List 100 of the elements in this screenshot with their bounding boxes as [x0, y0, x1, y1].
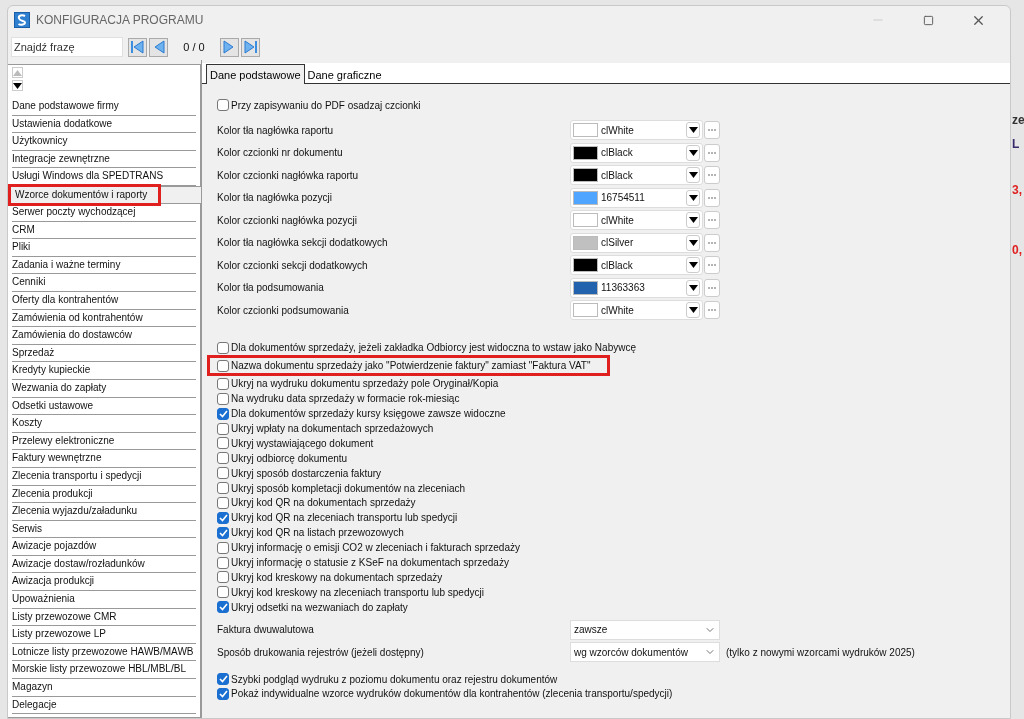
checkbox[interactable] [217, 392, 229, 405]
sidebar-item[interactable]: Wezwania do zapłaty [12, 379, 196, 398]
sidebar-item[interactable]: Listy przewozowe LP [12, 626, 196, 644]
search-field[interactable]: Znajdź frazę [11, 37, 123, 57]
checkbox[interactable] [217, 601, 229, 614]
checkbox[interactable] [217, 377, 229, 390]
dropdown-button[interactable] [686, 234, 700, 251]
checkbox[interactable] [217, 586, 229, 599]
checkbox-label: Ukryj na wydruku dokumentu sprzedaży pole Oryginał/Kopia [231, 378, 499, 390]
dropdown-button[interactable] [686, 212, 700, 229]
sidebar-item[interactable]: Ustawienia dodatkowe [12, 115, 196, 134]
checkbox[interactable] [217, 526, 229, 539]
previous-button[interactable] [149, 37, 168, 57]
sidebar-item[interactable]: Serwis [12, 520, 196, 539]
color-picker[interactable]: clBlack [570, 165, 703, 186]
sidebar-item[interactable]: Zadania i ważne terminy [12, 256, 196, 275]
sidebar-item[interactable]: Wzorce dokumentów i raporty [8, 184, 161, 206]
sidebar-item[interactable]: CRM [12, 221, 196, 240]
sidebar-item[interactable]: Awizacje pojazdów [12, 538, 196, 556]
color-picker[interactable]: 11363363 [570, 277, 703, 298]
dropdown-button[interactable] [686, 302, 700, 319]
checkbox[interactable] [217, 341, 229, 354]
dropdown-button[interactable] [686, 189, 700, 206]
next-button[interactable] [220, 37, 239, 57]
sidebar-item[interactable]: Kredyty kupieckie [12, 362, 196, 380]
sidebar-item[interactable]: Zlecenia wyjazdu/załadunku [12, 503, 196, 521]
sidebar-item[interactable]: Zlecenia transportu i spedycji [12, 467, 196, 486]
sidebar-item[interactable]: Sprzedaż [12, 344, 196, 363]
checkbox[interactable] [217, 687, 229, 700]
checkbox[interactable] [217, 673, 229, 686]
dropdown-button[interactable] [686, 257, 700, 274]
skip-back-icon [130, 40, 145, 54]
checkbox[interactable] [217, 496, 229, 509]
checkbox-label: Ukryj kod QR na dokumentach sprzedaży [231, 497, 416, 509]
ellipsis-icon [708, 129, 716, 132]
checkbox[interactable] [217, 467, 229, 480]
down-arrow-icon [688, 217, 698, 224]
dropdown-button[interactable] [686, 144, 700, 161]
sidebar-item[interactable]: Koszty [12, 415, 196, 433]
checkbox[interactable] [217, 511, 229, 524]
sidebar-item[interactable]: Użytkownicy [12, 133, 196, 151]
color-picker[interactable]: clWhite [570, 300, 703, 321]
checkbox[interactable] [217, 556, 229, 569]
color-picker[interactable]: clBlack [570, 142, 703, 163]
sidebar-item[interactable]: Awizacja produkcji [12, 573, 196, 592]
sidebar-item[interactable]: Delegacje [12, 696, 196, 715]
sidebar-item[interactable]: Zamówienia od kontrahentów [12, 309, 196, 328]
down-arrow-icon [688, 172, 698, 179]
checkbox[interactable] [217, 422, 229, 435]
checkbox[interactable] [217, 452, 229, 465]
color-picker[interactable]: clSilver [570, 232, 703, 253]
color-picker[interactable]: 16754511 [570, 187, 703, 208]
dropdown[interactable]: wg wzorców dokumentów [570, 642, 720, 663]
last-button[interactable] [241, 37, 260, 57]
sidebar-item[interactable]: Pliki [12, 239, 196, 257]
checkbox[interactable] [217, 571, 229, 584]
dropdown-button[interactable] [686, 167, 700, 184]
sidebar-item[interactable]: Faktury wewnętrzne [12, 450, 196, 468]
dropdown-button[interactable] [686, 279, 700, 296]
note-text: (tylko z nowymi wzorcami wydruków 2025) [726, 646, 915, 658]
checkbox-label: Szybki podgląd wydruku z poziomu dokumentu oraz rejestru dokumentów [231, 673, 558, 685]
color-picker[interactable]: clWhite [570, 210, 703, 231]
checkbox-label: Ukryj sposób kompletacji dokumentów na zleceniach [231, 482, 465, 494]
sidebar-item[interactable]: Integracje zewnętrzne [12, 150, 196, 169]
setting-label: Kolor tła nagłówka pozycji [217, 192, 334, 204]
sidebar-item[interactable]: Oferty dla kontrahentów [12, 291, 196, 310]
sidebar-item[interactable]: Magazyn [12, 679, 196, 697]
checkbox[interactable] [217, 99, 229, 111]
sidebar-item[interactable]: Serwer poczty wychodzącej [12, 204, 196, 222]
ellipsis-icon [708, 196, 716, 199]
checkbox[interactable] [217, 541, 229, 554]
checkbox-label: Ukryj kod QR na zleceniach transportu lub spedycji [231, 512, 458, 524]
sidebar-item[interactable]: Dane podstawowe firmy [12, 98, 196, 116]
sidebar-item[interactable]: Lotnicze listy przewozowe HAWB/MAWB [12, 643, 196, 662]
checkbox[interactable] [217, 482, 229, 495]
skip-forward-icon [243, 40, 258, 54]
tab[interactable]: Dane podstawowe [206, 64, 305, 84]
sidebar-item[interactable]: Odsetki ustawowe [12, 397, 196, 416]
sidebar-item[interactable]: Zlecenia produkcji [12, 485, 196, 504]
checkbox-label: Na wydruku data sprzedaży w formacie rok-miesiąc [231, 393, 460, 405]
sidebar-item[interactable]: Upoważnienia [12, 591, 196, 609]
color-picker[interactable]: clWhite [570, 120, 703, 141]
checkbox-label: Dla dokumentów sprzedaży, jeżeli zakładka Odbiorcy jest widoczna to wstaw jako Nabywcę [231, 342, 636, 354]
checkbox[interactable] [217, 437, 229, 450]
sidebar-item[interactable]: Awizacje dostaw/rozładunków [12, 555, 196, 574]
sidebar-item[interactable]: Cenniki [12, 274, 196, 292]
checkbox[interactable] [217, 359, 229, 372]
checkbox[interactable] [217, 407, 229, 420]
color-picker[interactable]: clBlack [570, 255, 703, 276]
scroll-down-button[interactable] [12, 80, 23, 91]
sidebar-item[interactable]: Zamówienia do dostawców [12, 327, 196, 345]
dropdown[interactable]: zawsze [570, 619, 720, 640]
dropdown-button[interactable] [686, 122, 700, 139]
sidebar-item[interactable]: Przelewy elektroniczne [12, 432, 196, 451]
sidebar-item[interactable]: Morskie listy przewozowe HBL/MBL/BL [12, 661, 196, 680]
down-arrow-icon [688, 239, 698, 246]
checkbox-label: Ukryj sposób dostarczenia faktury [231, 467, 382, 479]
first-button[interactable] [128, 37, 147, 57]
sidebar-item[interactable]: Listy przewozowe CMR [12, 608, 196, 627]
checkbox-label: Ukryj odsetki na wezwaniach do zapłaty [231, 601, 408, 613]
